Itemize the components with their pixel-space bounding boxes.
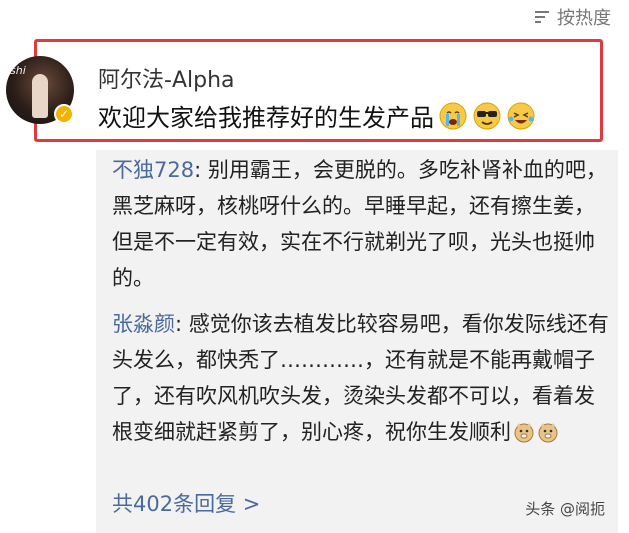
comment-post: shi ✓ 阿尔法-Alpha 欢迎大家给我推荐好的生发产品 xyxy=(6,34,611,142)
sort-by-hot-button[interactable]: 按热度 xyxy=(533,4,611,30)
reply-item: 张淼颜: 感觉你该去植发比较容易吧，看你发际线还有头发么，都快秃了…………，还有… xyxy=(112,306,612,450)
more-replies-link[interactable]: 共402条回复 > xyxy=(112,488,260,518)
crying-face-emoji xyxy=(439,102,467,129)
doge-emoji xyxy=(538,423,558,443)
replies-panel: 不独728: 别用霸王，会更脱的。多吃补肾补血的吧，黑芝麻呀，核桃呀什么的。早睡… xyxy=(96,150,618,533)
cool-sunglasses-emoji xyxy=(473,102,501,129)
watermark: 头条 @阅扼 xyxy=(525,500,605,518)
post-text: 欢迎大家给我推荐好的生发产品 xyxy=(98,104,434,132)
reply-item: 不独728: 别用霸王，会更脱的。多吃补肾补血的吧，黑芝麻呀，核桃呀什么的。早睡… xyxy=(112,152,612,296)
post-text-row: 欢迎大家给我推荐好的生发产品 xyxy=(98,98,536,133)
laughing-tears-emoji xyxy=(507,102,535,129)
sort-label: 按热度 xyxy=(557,8,611,29)
sort-icon xyxy=(535,11,549,23)
doge-emoji xyxy=(514,423,534,443)
reply-author[interactable]: 不独728 xyxy=(112,158,194,182)
reply-author[interactable]: 张淼颜 xyxy=(112,312,175,336)
username[interactable]: 阿尔法-Alpha xyxy=(98,62,235,94)
verified-badge-icon: ✓ xyxy=(54,104,74,124)
